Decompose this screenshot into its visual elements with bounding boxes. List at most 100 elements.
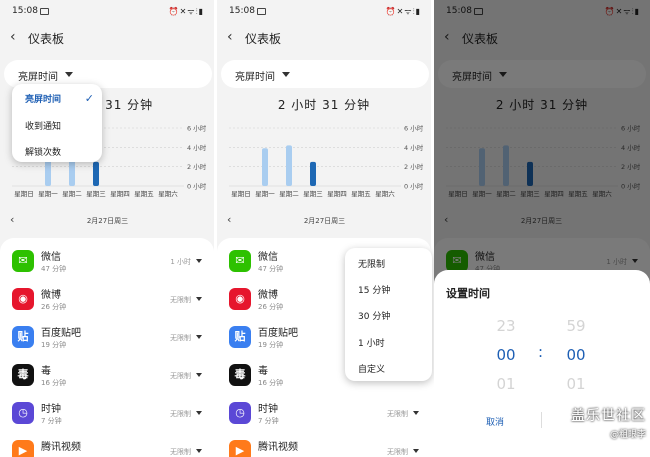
du-icon: 毒 [12, 364, 34, 386]
screen-limit-menu: 15:08 ⏰✕ᯤ⫶▮ ‹ 仪表板 亮屏时间 2 小时 31 分钟 0 小时 2 … [217, 0, 431, 457]
x-tick-label: 星期六 [375, 189, 395, 198]
limit-option-none[interactable]: 无限制 [358, 257, 385, 270]
app-name: 腾讯视频 [258, 442, 298, 453]
y-tick-label: 4 小时 [187, 143, 207, 152]
x-tick-label: 星期五 [134, 190, 154, 198]
minute-prev[interactable]: 59 [556, 317, 596, 335]
app-name: 腾讯视频 [41, 442, 81, 453]
usage-chart: 0 小时 2 小时 4 小时 6 小时星期日星期一星期二星期三星期四星期五星期六 [229, 124, 424, 198]
app-row[interactable]: ◷ 时钟 7 分钟 无限制 [217, 395, 431, 431]
metric-option-screen-time[interactable]: 亮屏时间 [25, 92, 61, 105]
du-icon: 毒 [229, 364, 251, 386]
app-row[interactable]: ▶ 腾讯视频 无限制 [217, 433, 431, 457]
x-tick-label: 星期四 [110, 190, 130, 198]
chevron-down-icon [196, 449, 202, 453]
bar-2[interactable] [286, 145, 292, 186]
x-tick-label: 星期四 [327, 190, 347, 198]
x-tick-label: 星期二 [279, 190, 299, 198]
app-usage-time: 7 分钟 [41, 417, 62, 425]
app-row[interactable]: 贴百度贴吧 19 分钟 无限制 [0, 319, 214, 355]
metric-selector[interactable]: 亮屏时间 [221, 60, 429, 88]
total-usage: 2 小时 31 分钟 [277, 98, 371, 112]
limit-dropdown: 无限制 15 分钟 30 分钟 1 小时 自定义 [345, 248, 432, 381]
app-name: 毒 [41, 366, 51, 377]
metric-selector-label: 亮屏时间 [235, 72, 275, 83]
tencent-video-icon: ▶ [12, 440, 34, 457]
status-icons: ⏰✕ᯤ⫶▮ [385, 7, 421, 16]
app-usage-time: 7 分钟 [258, 417, 279, 425]
x-tick-label: 星期五 [351, 190, 371, 198]
back-icon[interactable]: ‹ [10, 28, 16, 46]
hour-picker[interactable]: 00 [486, 346, 526, 364]
app-row[interactable]: ◷ 时钟 7 分钟 无限制 [0, 395, 214, 431]
metric-dropdown: 亮屏时间 ✓ 收到通知 解锁次数 [12, 84, 102, 162]
app-limit[interactable]: 无限制 [170, 295, 191, 305]
app-row[interactable]: 毒毒 16 分钟 无限制 [0, 357, 214, 393]
minute-next[interactable]: 01 [556, 375, 596, 393]
app-usage-time: 26 分钟 [41, 303, 67, 311]
hour-prev[interactable]: 23 [486, 317, 526, 335]
status-time: 15:08 [12, 6, 38, 16]
chevron-down-icon [282, 72, 290, 77]
x-tick-label: 星期二 [62, 190, 82, 198]
y-tick-label: 4 小时 [404, 143, 424, 152]
x-tick-label: 星期日 [14, 190, 34, 198]
limit-option-1hour[interactable]: 1 小时 [358, 336, 385, 349]
chevron-down-icon [65, 72, 73, 77]
bar-1[interactable] [262, 148, 268, 186]
watermark: 盖乐世社区 @粗眼李 [571, 405, 646, 440]
watermark-author: @粗眼李 [609, 430, 646, 440]
chevron-down-icon [413, 449, 419, 453]
minute-picker[interactable]: 00 [556, 346, 596, 364]
chevron-left-icon[interactable]: ‹ [10, 213, 14, 226]
watermark-site: 盖乐世社区 [571, 408, 646, 424]
screen-metric-menu: 15:08 ⏰✕ᯤ⫶▮ ‹ 仪表板 亮屏时间 2 小时 31 分钟 0 小时 2 … [0, 0, 214, 457]
time-separator: : [538, 343, 544, 361]
app-name: 时钟 [41, 404, 61, 415]
dialog-title: 设置时间 [446, 287, 490, 300]
y-tick-label: 6 小时 [187, 124, 207, 133]
x-tick-label: 星期一 [38, 190, 58, 198]
limit-option-15min[interactable]: 15 分钟 [358, 283, 390, 296]
chevron-down-icon [196, 297, 202, 301]
cancel-button[interactable]: 取消 [486, 415, 504, 428]
app-name: 时钟 [258, 404, 278, 415]
back-icon[interactable]: ‹ [227, 28, 233, 46]
app-limit[interactable]: 无限制 [387, 409, 408, 419]
metric-option-notifications[interactable]: 收到通知 [25, 119, 61, 132]
app-row[interactable]: ◉ 微博 26 分钟 无限制 [0, 281, 214, 317]
status-bar: 15:08 ⏰✕ᯤ⫶▮ [12, 6, 204, 20]
app-name: 微博 [41, 290, 61, 301]
limit-option-custom[interactable]: 自定义 [358, 362, 385, 375]
screen-time-dialog: 15:08 ⏰✕ᯤ⫶▮ ‹ 仪表板 亮屏时间 2 小时 31 分钟 0 小时2 … [434, 0, 650, 457]
app-name: 百度贴吧 [258, 328, 298, 339]
app-limit[interactable]: 无限制 [170, 371, 191, 381]
app-limit[interactable]: 无限制 [170, 333, 191, 343]
app-row[interactable]: ▶ 腾讯视频 无限制 [0, 433, 214, 457]
page-title: 仪表板 [28, 32, 65, 46]
date-navigator: 2月27日周三 ‹ [227, 213, 422, 228]
weibo-icon: ◉ [12, 288, 34, 310]
button-divider [541, 412, 542, 428]
limit-option-30min[interactable]: 30 分钟 [358, 309, 390, 322]
app-usage-time: 26 分钟 [258, 303, 284, 311]
x-tick-label: 星期六 [158, 189, 178, 198]
app-limit[interactable]: 无限制 [170, 409, 191, 419]
app-name: 微信 [258, 252, 278, 263]
app-name: 毒 [258, 366, 268, 377]
metric-option-unlocks[interactable]: 解锁次数 [25, 145, 61, 158]
chevron-down-icon [196, 335, 202, 339]
hour-next[interactable]: 01 [486, 375, 526, 393]
app-usage-time: 19 分钟 [41, 341, 67, 349]
bar-3[interactable] [310, 161, 316, 186]
app-limit[interactable]: 1 小时 [170, 257, 191, 267]
date-label: 2月27日周三 [86, 217, 129, 225]
weibo-icon: ◉ [229, 288, 251, 310]
app-usage-time: 19 分钟 [258, 341, 284, 349]
chevron-left-icon[interactable]: ‹ [227, 213, 231, 226]
app-limit[interactable]: 无限制 [387, 447, 408, 457]
app-row[interactable]: ✉ 微信 47 分钟 1 小时 [0, 243, 214, 279]
app-name: 百度贴吧 [41, 328, 81, 339]
app-limit[interactable]: 无限制 [170, 447, 191, 457]
bar-3[interactable] [93, 161, 99, 186]
